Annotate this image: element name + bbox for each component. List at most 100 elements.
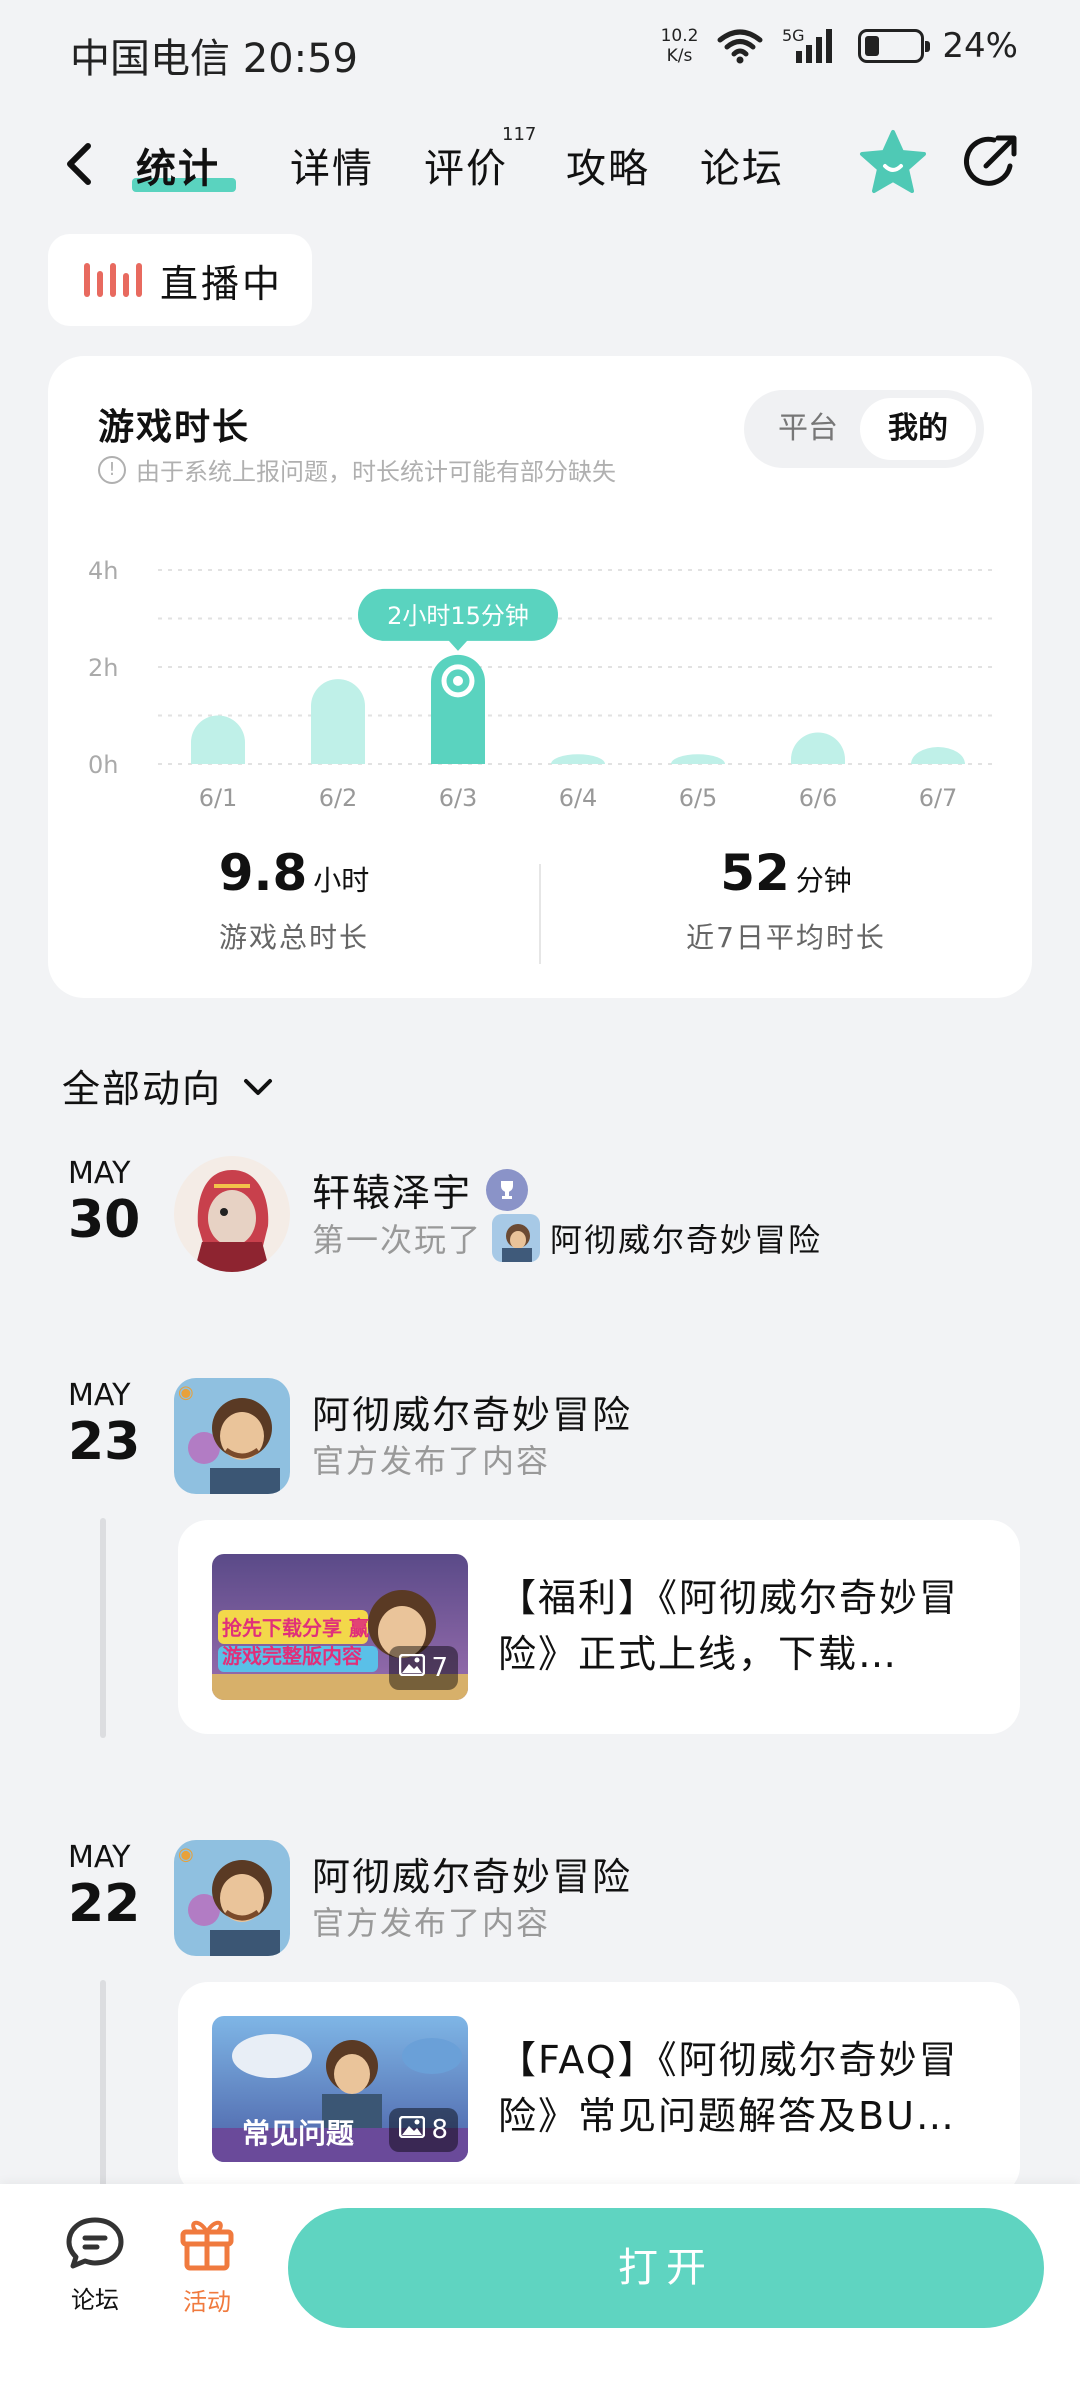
playtime-summary: 9.8 小时 游戏总时长 52 分钟 近7日平均时长: [48, 844, 1032, 974]
total-playtime: 9.8 小时 游戏总时长: [48, 844, 540, 956]
entry-month: MAY: [68, 1378, 131, 1413]
highlight-marker-dot: [453, 675, 463, 686]
x-tick-label: 6/5: [679, 784, 718, 812]
image-icon: [399, 1653, 426, 1683]
signal-5g-label: 5G: [782, 27, 805, 45]
total-unit: 小时: [313, 864, 370, 897]
favorite-star-icon[interactable]: [858, 128, 928, 198]
tab-reviews[interactable]: 评价: [424, 136, 508, 194]
entry-date: MAY 30: [68, 1156, 178, 1249]
post-thumbnail: 抢先下载分享 赢游戏完整版内容 7: [212, 1554, 468, 1700]
wifi-icon: [716, 28, 764, 64]
entry-day: 23: [68, 1412, 141, 1472]
live-chip[interactable]: 直播中: [48, 234, 312, 326]
share-icon[interactable]: [958, 130, 1022, 194]
source-toggle: 平台 我的: [744, 390, 984, 468]
battery-icon: [858, 29, 931, 63]
entry-action: 第一次玩了: [312, 1221, 483, 1259]
image-icon: [399, 2115, 426, 2145]
battery-percent: 24%: [942, 26, 1018, 66]
entry-day: 22: [68, 1874, 141, 1934]
thumbnail-overlay-text: 抢先下载分享 赢游戏完整版内容: [222, 1616, 369, 1668]
post-title: 【福利】《阿彻威尔奇妙冒险》正式上线，下载…: [498, 1576, 960, 1676]
playtime-card: 游戏时长 ! 由于系统上报问题，时长统计可能有部分缺失 平台 我的 0h 2h 4h…: [48, 356, 1032, 998]
chevron-down-icon: [240, 1064, 276, 1108]
signal-icon: 5G: [782, 27, 840, 65]
y-tick-label: 2h: [88, 654, 118, 682]
game-name-link[interactable]: 阿彻威尔奇妙冒险: [550, 1215, 822, 1261]
feed-filter-label: 全部动向: [62, 1067, 223, 1111]
chart-tooltip-label: 2小时15分钟: [387, 602, 529, 630]
activity-label: 活动: [183, 2288, 231, 2316]
card-note: ! 由于系统上报问题，时长统计可能有部分缺失: [98, 452, 616, 487]
image-count: 7: [431, 1653, 448, 1683]
image-count: 8: [431, 2115, 448, 2145]
entry-title[interactable]: 阿彻威尔奇妙冒险: [312, 1384, 632, 1439]
status-left: 中国电信 20:59: [70, 26, 358, 84]
x-tick-label: 6/3: [439, 784, 478, 812]
game-icon: [492, 1214, 541, 1262]
bottom-bar: 论坛 活动 打开: [0, 2184, 1080, 2400]
avg-playtime: 52 分钟 近7日平均时长: [540, 844, 1032, 956]
chart-bar: [671, 754, 725, 764]
tab-details[interactable]: 详情: [290, 136, 374, 194]
info-icon: !: [98, 455, 126, 484]
entry-title[interactable]: 阿彻威尔奇妙冒险: [312, 1846, 632, 1901]
status-right: 10.2 K/s 5G 24%: [661, 26, 1018, 66]
entry-subtitle: 第一次玩了 阿彻威尔奇妙冒险: [312, 1214, 822, 1262]
entry-month: MAY: [68, 1840, 131, 1875]
entry-date: MAY 22: [68, 1840, 178, 1933]
tab-guides[interactable]: 攻略: [566, 136, 650, 194]
avatar[interactable]: [174, 1156, 290, 1272]
card-title: 游戏时长: [98, 407, 251, 448]
user-name[interactable]: 轩辕泽宇: [312, 1162, 472, 1217]
entry-title: 轩辕泽宇: [312, 1162, 529, 1217]
total-value: 9.8: [218, 844, 308, 902]
clock: 20:59: [242, 36, 358, 82]
x-tick-label: 6/6: [799, 784, 838, 812]
game-avatar[interactable]: ◉: [174, 1378, 290, 1494]
avg-unit: 分钟: [795, 864, 852, 897]
chart-bar: [311, 679, 365, 764]
post-title: 【FAQ】《阿彻威尔奇妙冒险》常见问题解答及BU…: [498, 2038, 959, 2138]
carrier-label: 中国电信: [70, 36, 230, 82]
feed-filter-dropdown[interactable]: 全部动向: [62, 1058, 276, 1113]
card-note-text: 由于系统上报问题，时长统计可能有部分缺失: [136, 458, 616, 486]
toggle-mine[interactable]: 我的: [860, 398, 976, 460]
live-label: 直播中: [160, 261, 284, 306]
trophy-icon: [486, 1168, 529, 1211]
net-speed: 10.2 K/s: [661, 26, 699, 66]
status-bar: 中国电信 20:59 10.2 K/s 5G 24%: [0, 0, 1080, 100]
toggle-platform[interactable]: 平台: [762, 398, 854, 460]
game-avatar[interactable]: ◉: [174, 1840, 290, 1956]
bottom-forum-button[interactable]: 论坛: [50, 2214, 140, 2315]
entry-month: MAY: [68, 1156, 131, 1191]
entry-day: 30: [68, 1190, 141, 1250]
x-tick-label: 6/1: [199, 784, 238, 812]
chart-tooltip-pointer: [448, 639, 468, 651]
net-speed-unit: K/s: [666, 46, 693, 66]
chart-bar: [791, 732, 845, 764]
thumbnail-overlay-text: 常见问题: [242, 2117, 355, 2150]
entry-subtitle: 官方发布了内容: [312, 1442, 551, 1480]
feed-entry: MAY 22 ◉ 阿彻威尔奇妙冒险 官方发布了内容 常见问题 8 【FAQ】《阿…: [0, 1840, 1080, 2200]
avg-label: 近7日平均时长: [686, 921, 886, 954]
reviews-count-badge: 117: [502, 124, 537, 145]
back-icon[interactable]: [56, 136, 106, 192]
svg-text:◉: ◉: [178, 1844, 194, 1865]
post-card[interactable]: 常见问题 8 【FAQ】《阿彻威尔奇妙冒险》常见问题解答及BU…: [178, 1982, 1020, 2196]
net-speed-value: 10.2: [660, 26, 699, 46]
tab-stats[interactable]: 统计: [136, 136, 220, 194]
open-game-button[interactable]: 打开: [288, 2208, 1044, 2328]
feed-entry: MAY 23 ◉ 阿彻威尔奇妙冒险 官方发布了内容 抢先下载分享 赢游戏完整版内…: [0, 1378, 1080, 1738]
image-count-badge: 8: [389, 2108, 458, 2152]
y-tick-label: 4h: [88, 557, 118, 585]
tab-forum[interactable]: 论坛: [700, 136, 784, 194]
x-tick-label: 6/7: [919, 784, 958, 812]
bottom-activity-button[interactable]: 活动: [162, 2214, 252, 2317]
x-tick-label: 6/2: [319, 784, 358, 812]
x-tick-label: 6/4: [559, 784, 598, 812]
y-tick-label: 0h: [88, 751, 118, 779]
chart-bar: [911, 747, 965, 764]
post-card[interactable]: 抢先下载分享 赢游戏完整版内容 7 【福利】《阿彻威尔奇妙冒险》正式上线，下载…: [178, 1520, 1020, 1734]
